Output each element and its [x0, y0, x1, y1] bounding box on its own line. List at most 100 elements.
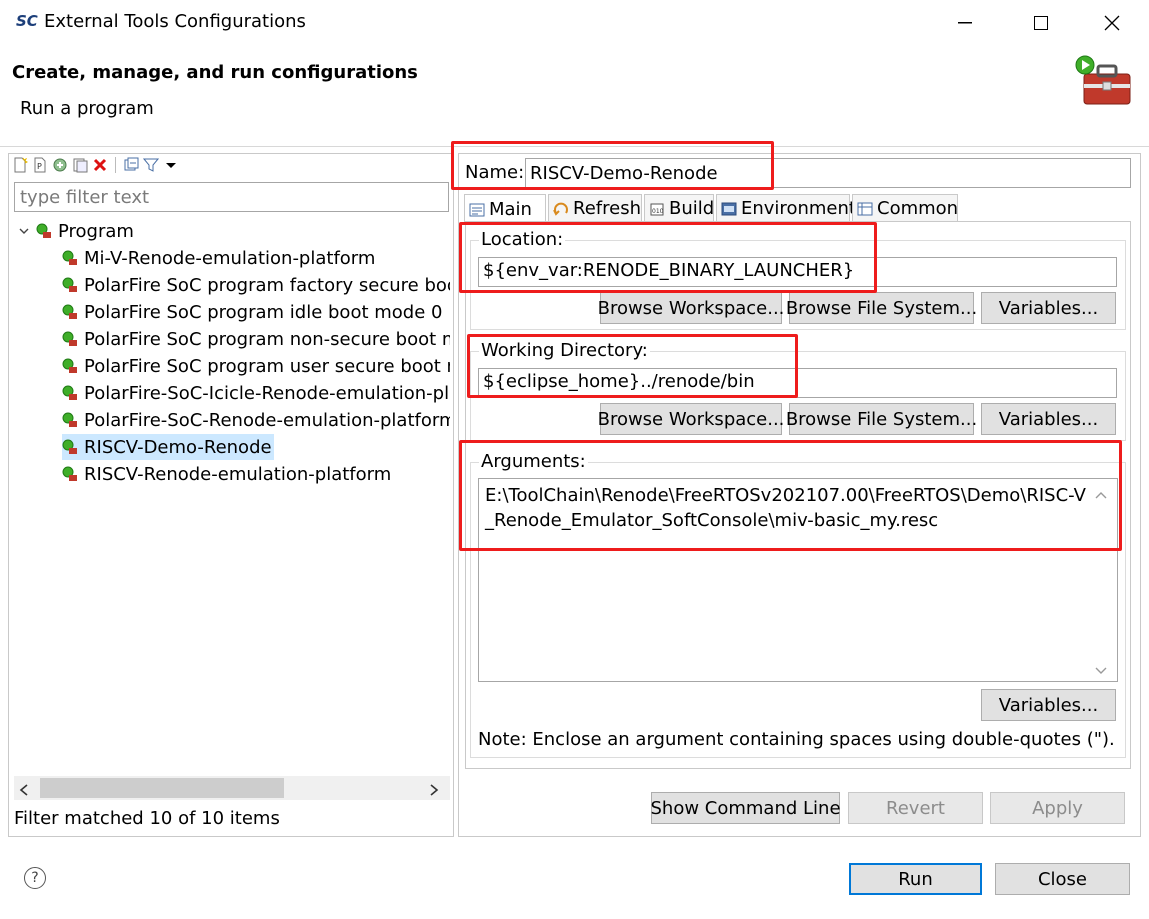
close-window-button[interactable] [1092, 8, 1132, 38]
location-browse-file-system-button[interactable]: Browse File System... [786, 292, 977, 324]
tree-item[interactable]: PolarFire SoC program idle boot mode 0 [62, 299, 442, 325]
dialog-header [0, 46, 1149, 146]
program-icon [36, 223, 52, 239]
new-config-icon[interactable] [12, 157, 29, 173]
launch-config-icon [62, 412, 78, 428]
launch-config-icon [62, 439, 78, 455]
arguments-note: Note: Enclose an argument containing spa… [478, 729, 1115, 750]
revert-button[interactable]: Revert [848, 792, 983, 824]
tree-item[interactable]: RISCV-Demo-Renode [62, 434, 274, 460]
working-directory-label: Working Directory: [479, 340, 650, 361]
location-label: Location: [479, 229, 566, 250]
tree-node-program[interactable]: Program [18, 218, 134, 244]
view-menu-icon[interactable] [163, 157, 179, 173]
app-logo: SC [16, 12, 38, 30]
scroll-left-icon[interactable] [18, 781, 30, 802]
export-icon[interactable] [72, 157, 88, 173]
tree-item-label: PolarFire SoC program idle boot mode 0 [84, 301, 443, 323]
tab-refresh[interactable]: Refresh [548, 194, 642, 222]
tree-item[interactable]: RISCV-Renode-emulation-platform [62, 461, 391, 487]
run-button[interactable]: Run [849, 863, 982, 895]
working-directory-field[interactable]: ${eclipse_home}../renode/bin [478, 368, 1117, 398]
chevron-down-icon[interactable] [18, 225, 30, 237]
working-directory-variables-button[interactable]: Variables... [981, 403, 1116, 435]
header-title: Create, manage, and run configurations [12, 62, 418, 83]
tree-item-label: PolarFire SoC program non-secure boot m [84, 328, 450, 350]
launch-config-icon [62, 466, 78, 482]
launch-config-icon [62, 358, 78, 374]
tab-common[interactable]: Common [852, 194, 958, 222]
show-command-line-button[interactable]: Show Command Line [650, 792, 841, 824]
build-icon: 010 [649, 201, 665, 217]
duplicate-icon[interactable] [52, 157, 68, 173]
filter-status: Filter matched 10 of 10 items [14, 808, 280, 829]
environment-icon [721, 201, 737, 217]
main-tab-icon [469, 202, 485, 218]
scroll-down-icon[interactable] [1094, 660, 1108, 681]
launch-config-icon [62, 331, 78, 347]
tree-item[interactable]: PolarFire-SoC-Icicle-Renode-emulation-pl [62, 380, 449, 406]
working-directory-browse-file-system-button[interactable]: Browse File System... [786, 403, 977, 435]
name-input[interactable] [525, 158, 1131, 188]
config-tree: Program Mi-V-Renode-emulation-platform Po… [14, 218, 450, 766]
header-separator [0, 146, 1149, 147]
tree-item-label: PolarFire-SoC-Icicle-Renode-emulation-pl [84, 382, 450, 404]
name-label: Name: [465, 162, 525, 183]
tab-label: Build [669, 198, 715, 219]
toolbox-run-icon [1074, 54, 1134, 108]
launch-config-icon [62, 385, 78, 401]
apply-button[interactable]: Apply [990, 792, 1125, 824]
tree-item[interactable]: PolarFire SoC program factory secure boo… [62, 272, 450, 298]
launch-config-icon [62, 304, 78, 320]
tab-label: Main [489, 199, 532, 220]
svg-text:P: P [37, 162, 42, 171]
tab-label: Common [877, 198, 959, 219]
location-field[interactable]: ${env_var:RENODE_BINARY_LAUNCHER} [478, 257, 1117, 287]
help-icon[interactable]: ? [24, 867, 46, 889]
launch-config-icon [62, 250, 78, 266]
filter-input[interactable] [14, 182, 449, 212]
tree-item[interactable]: Mi-V-Renode-emulation-platform [62, 245, 375, 271]
config-toolbar: P [12, 156, 179, 174]
collapse-all-icon[interactable] [123, 157, 139, 173]
arguments-textarea[interactable]: E:\ToolChain\Renode\FreeRTOSv202107.00\F… [478, 478, 1118, 682]
tree-item-label: PolarFire SoC program factory secure boo… [84, 274, 450, 296]
refresh-icon [553, 201, 569, 217]
tab-label: Environment [741, 198, 856, 219]
minimize-button[interactable] [945, 8, 985, 38]
tree-item[interactable]: PolarFire SoC program non-secure boot m [62, 326, 450, 352]
tree-item[interactable]: PolarFire SoC program user secure boot m [62, 353, 450, 379]
tab-main[interactable]: Main [464, 194, 546, 224]
header-subtitle: Run a program [20, 98, 154, 119]
launch-config-icon [62, 277, 78, 293]
tab-build[interactable]: 010 Build [644, 194, 714, 222]
location-browse-workspace-button[interactable]: Browse Workspace... [598, 292, 784, 324]
maximize-icon [1034, 16, 1048, 30]
arguments-variables-button[interactable]: Variables... [981, 689, 1116, 721]
new-prototype-icon[interactable]: P [32, 157, 48, 173]
scroll-right-icon[interactable] [428, 781, 440, 802]
tree-item-label: RISCV-Demo-Renode [84, 436, 272, 458]
working-directory-browse-workspace-button[interactable]: Browse Workspace... [598, 403, 784, 435]
tab-label: Refresh [573, 198, 641, 219]
tree-item[interactable]: PolarFire-SoC-Renode-emulation-platform [62, 407, 450, 433]
delete-icon[interactable] [92, 157, 108, 173]
filter-icon[interactable] [142, 157, 160, 173]
maximize-button[interactable] [1021, 8, 1061, 38]
horizontal-scrollbar-thumb[interactable] [40, 778, 284, 798]
arguments-label: Arguments: [479, 451, 588, 472]
close-icon [1104, 15, 1120, 31]
svg-text:010: 010 [652, 208, 664, 215]
tree-item-label: RISCV-Renode-emulation-platform [84, 463, 392, 485]
window-title: External Tools Configurations [44, 11, 306, 32]
common-icon [857, 201, 873, 217]
tab-environment[interactable]: Environment [716, 194, 856, 222]
tree-node-label: Program [58, 220, 134, 242]
scroll-up-icon[interactable] [1094, 484, 1108, 505]
toolbar-separator [115, 157, 116, 173]
location-variables-button[interactable]: Variables... [981, 292, 1116, 324]
minimize-icon [958, 22, 972, 24]
tree-item-label: Mi-V-Renode-emulation-platform [84, 247, 376, 269]
tree-item-label: PolarFire-SoC-Renode-emulation-platform [84, 409, 450, 431]
close-button[interactable]: Close [995, 863, 1130, 895]
